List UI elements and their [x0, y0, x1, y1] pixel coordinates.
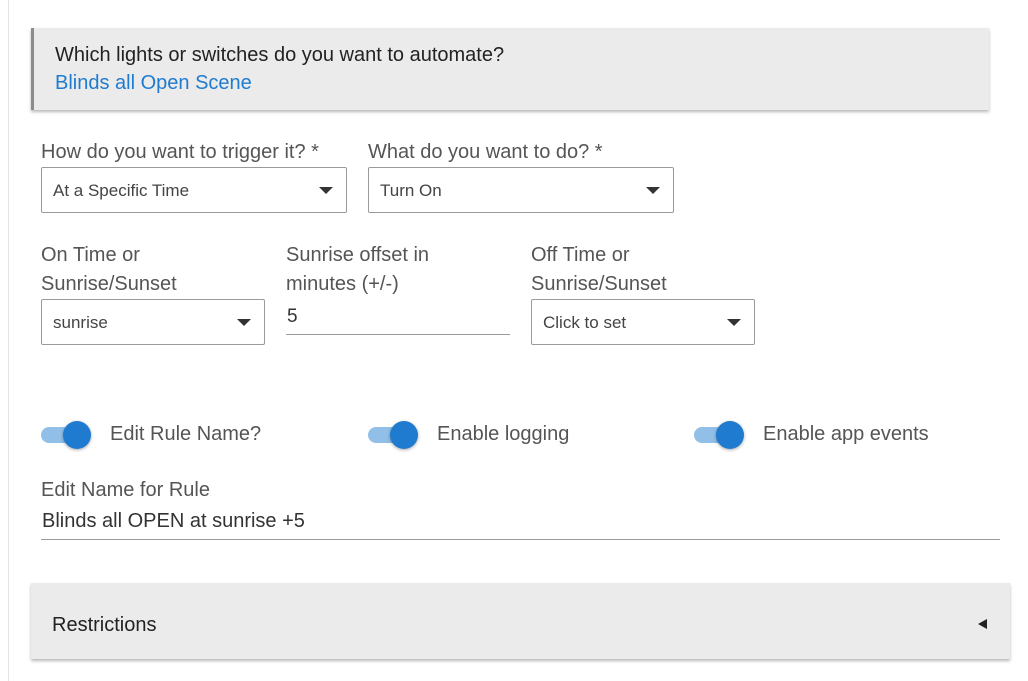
sunrise-offset-label-line2: minutes (+/-) — [286, 273, 399, 295]
sunrise-offset-label: Sunrise offset in minutes (+/-) — [286, 241, 429, 299]
device-selection-card[interactable]: Which lights or switches do you want to … — [31, 28, 989, 110]
toggle-knob — [63, 421, 91, 449]
caret-down-icon — [237, 319, 251, 326]
action-label: What do you want to do? * — [368, 141, 603, 163]
off-time-label: Off Time or Sunrise/Sunset — [531, 241, 667, 299]
on-time-select[interactable]: sunrise — [41, 299, 265, 345]
on-time-label-line2: Sunrise/Sunset — [41, 273, 177, 295]
restrictions-panel[interactable]: Restrictions — [31, 583, 1010, 659]
action-select-value: Turn On — [380, 181, 442, 200]
enable-logging-label: Enable logging — [437, 423, 570, 445]
enable-app-events-toggle[interactable] — [694, 421, 744, 449]
rule-name-label: Edit Name for Rule — [41, 479, 210, 501]
enable-app-events-label: Enable app events — [763, 423, 929, 445]
rule-editor-page: Which lights or switches do you want to … — [0, 0, 1028, 681]
sunrise-offset-label-line1: Sunrise offset in — [286, 244, 430, 266]
trigger-label: How do you want to trigger it? * — [41, 141, 319, 163]
action-select[interactable]: Turn On — [368, 167, 674, 213]
trigger-select[interactable]: At a Specific Time — [41, 167, 347, 213]
caret-down-icon — [319, 187, 333, 194]
left-divider — [8, 0, 9, 681]
off-time-label-line2: Sunrise/Sunset — [531, 273, 667, 295]
on-time-select-value: sunrise — [53, 313, 108, 332]
on-time-label: On Time or Sunrise/Sunset — [41, 241, 177, 299]
device-question-label: Which lights or switches do you want to … — [55, 44, 505, 66]
off-time-label-line1: Off Time or — [531, 244, 630, 266]
toggle-knob — [390, 421, 418, 449]
caret-down-icon — [646, 187, 660, 194]
restrictions-title: Restrictions — [52, 614, 157, 636]
caret-down-icon — [727, 319, 741, 326]
off-time-select-value: Click to set — [543, 313, 627, 332]
edit-rule-name-label: Edit Rule Name? — [110, 423, 262, 445]
selected-device-link[interactable]: Blinds all Open Scene — [55, 72, 252, 95]
caret-left-icon[interactable] — [978, 619, 987, 629]
enable-logging-toggle[interactable] — [368, 421, 418, 449]
rule-name-value: Blinds all OPEN at sunrise +5 — [42, 510, 305, 532]
rule-name-input[interactable]: Blinds all OPEN at sunrise +5 — [41, 506, 1000, 540]
sunrise-offset-input[interactable]: 5 — [286, 299, 510, 335]
sunrise-offset-value: 5 — [287, 306, 298, 327]
edit-rule-name-toggle[interactable] — [41, 421, 91, 449]
trigger-select-value: At a Specific Time — [53, 181, 190, 200]
on-time-label-line1: On Time or — [41, 244, 140, 266]
off-time-select[interactable]: Click to set — [531, 299, 755, 345]
toggle-knob — [716, 421, 744, 449]
